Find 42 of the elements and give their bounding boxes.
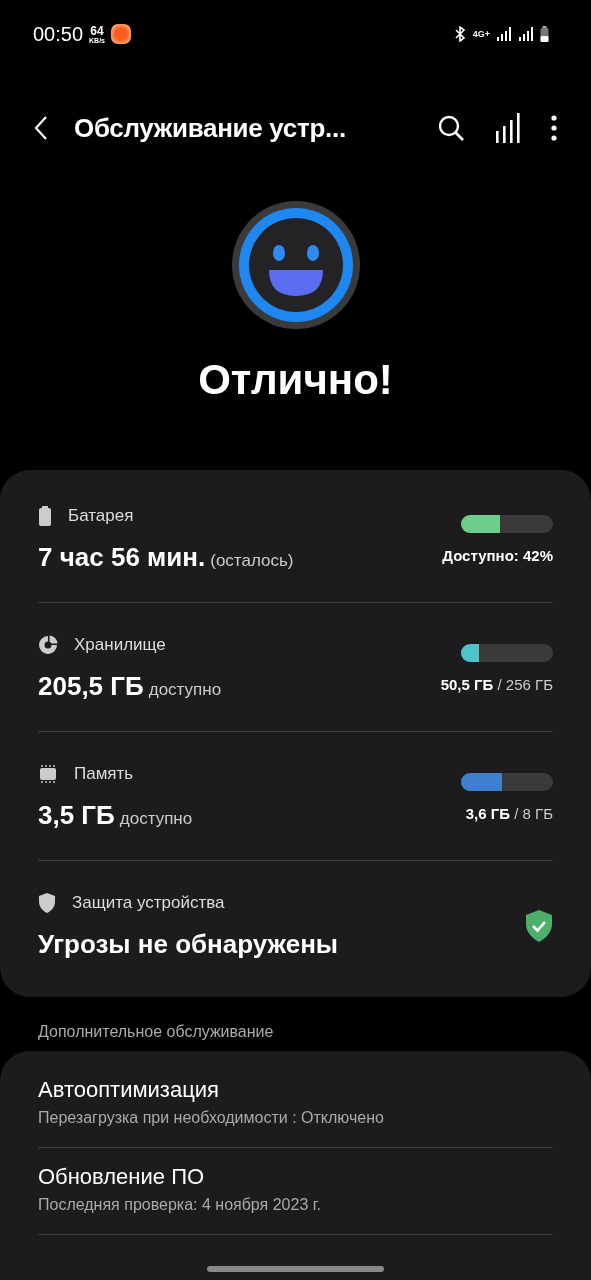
metric-value: 205,5 ГБ	[38, 670, 144, 702]
clock-time: 00:50	[33, 22, 84, 46]
metric-row[interactable]: Хранилище 205,5 ГБ доступно 50,5 ГБ / 256 ГБ	[38, 603, 553, 732]
signal-icon	[496, 27, 512, 41]
pie-chart-icon	[38, 634, 58, 655]
page-title: Обслуживание устр...	[74, 112, 347, 144]
metric-row[interactable]: Память 3,5 ГБ доступно 3,6 ГБ / 8 ГБ	[38, 732, 553, 861]
metric-label: Батарея	[68, 505, 134, 526]
item-title: Автооптимизация	[38, 1077, 220, 1103]
list-item[interactable]: Обновление ПО Последняя проверка: 4 ноября 2023 г.	[38, 1148, 553, 1235]
metric-label: Защита устройства	[72, 892, 225, 913]
metric-label: Хранилище	[74, 634, 166, 655]
network-speed: 64	[90, 24, 104, 37]
battery-icon	[540, 26, 549, 42]
memory-chip-icon	[38, 763, 58, 784]
metric-label: Память	[74, 763, 134, 784]
app-notification-icon	[111, 24, 131, 44]
list-item[interactable]: Автооптимизация Перезагрузка при необходимости : Отключено	[38, 1061, 553, 1148]
metric-reading: Доступно: 42%	[442, 546, 553, 564]
metric-reading: 50,5 ГБ / 256 ГБ	[440, 675, 553, 693]
metric-suffix: доступно	[148, 679, 222, 700]
item-subtitle: Последняя проверка: 4 ноября 2023 г.	[38, 1196, 323, 1214]
metric-reading: 3,6 ГБ / 8 ГБ	[465, 804, 553, 822]
metric-row[interactable]: Батарея 7 час 56 мин. (осталось) Доступно: 42%	[38, 474, 553, 603]
metric-suffix: доступно	[119, 808, 193, 829]
shield-icon	[38, 892, 56, 913]
more-options-icon[interactable]	[551, 115, 557, 141]
metric-value: 3,5 ГБ	[38, 799, 115, 831]
bluetooth-icon	[452, 26, 467, 42]
metric-suffix: (осталось)	[210, 550, 294, 571]
metric-value: Угрозы не обнаружены	[38, 928, 339, 960]
shield-check-icon	[525, 910, 553, 942]
section-header: Дополнительное обслуживание	[37, 1022, 275, 1042]
metric-row[interactable]: Защита устройства Угрозы не обнаружены	[38, 861, 553, 989]
status-label: Отлично!	[198, 356, 393, 404]
battery-icon	[38, 505, 52, 526]
smiley-face-icon	[230, 200, 361, 330]
item-subtitle: Перезагрузка при необходимости : Отключено	[38, 1109, 385, 1127]
signal-icon	[518, 27, 534, 41]
network-type: 4G+	[472, 29, 490, 39]
item-title: Обновление ПО	[38, 1164, 206, 1190]
metric-value: 7 час 56 мин.	[38, 541, 206, 573]
